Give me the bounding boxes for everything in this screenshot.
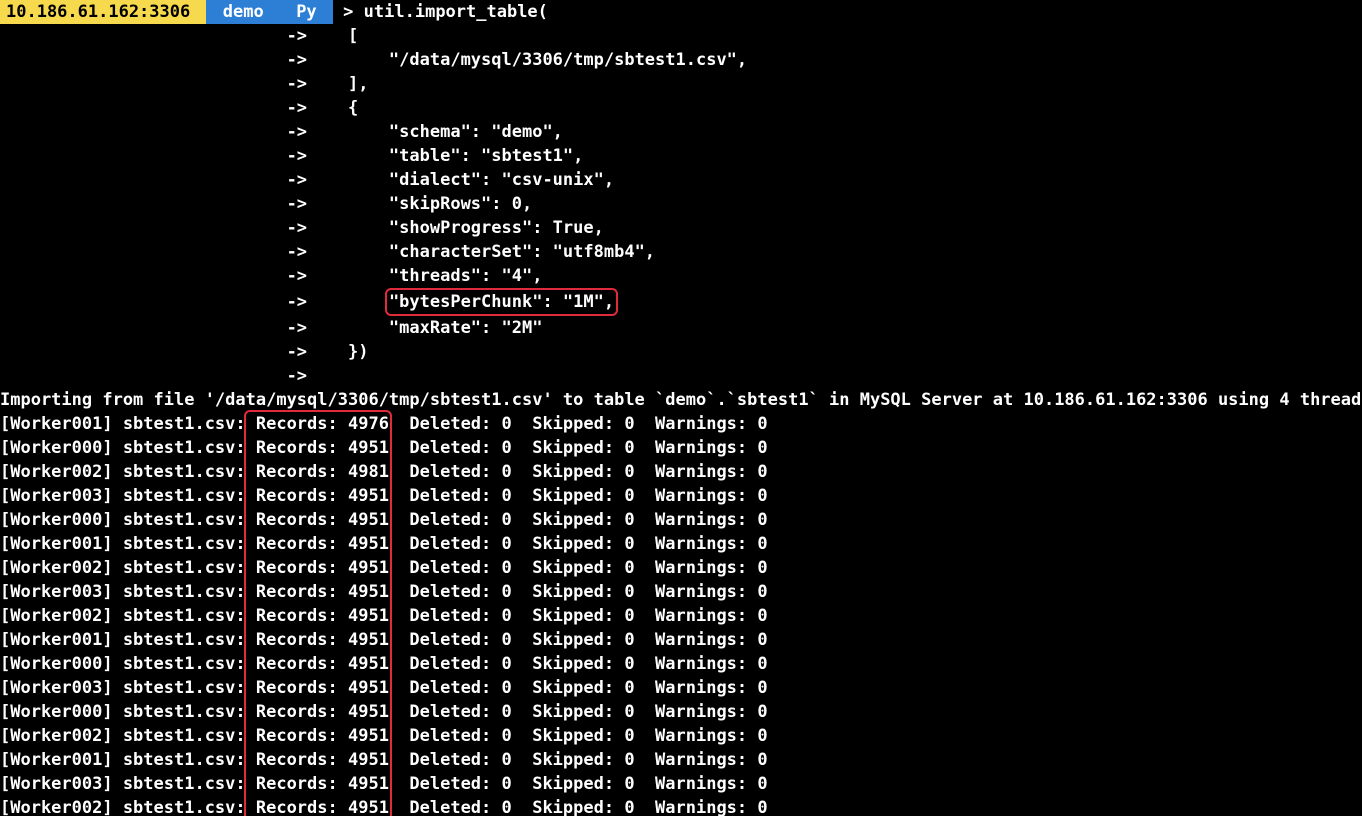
worker-line: [Worker001] sbtest1.csv: Records: 4976 D… [0, 412, 1362, 436]
status-line: Importing from file '/data/mysql/3306/tm… [0, 388, 1362, 412]
continuation-line: -> "showProgress": True, [0, 216, 1362, 240]
worker-line: [Worker003] sbtest1.csv: Records: 4951 D… [0, 676, 1362, 700]
worker-line: [Worker000] sbtest1.csv: Records: 4951 D… [0, 436, 1362, 460]
continuation-arrow: -> [0, 146, 307, 166]
continuation-line: -> "skipRows": 0, [0, 192, 1362, 216]
continuation-arrow: -> [0, 342, 307, 362]
continuation-arrow: -> [0, 26, 307, 46]
continuation-line: -> [0, 364, 1362, 388]
continuation-arrow: -> [0, 318, 307, 338]
host-badge: 10.186.61.162:3306 [0, 0, 206, 24]
continuation-arrow: -> [0, 266, 307, 286]
db-badge: demo [206, 0, 279, 24]
worker-line: [Worker000] sbtest1.csv: Records: 4951 D… [0, 700, 1362, 724]
worker-output: [Worker001] sbtest1.csv: Records: 4976 D… [0, 412, 1362, 816]
worker-line: [Worker001] sbtest1.csv: Records: 4951 D… [0, 628, 1362, 652]
worker-line: [Worker002] sbtest1.csv: Records: 4951 D… [0, 724, 1362, 748]
continuation-line: -> { [0, 96, 1362, 120]
continuation-lines: -> [ -> "/data/mysql/3306/tmp/sbtest1.cs… [0, 24, 1362, 388]
continuation-arrow: -> [0, 242, 307, 262]
continuation-line: -> "/data/mysql/3306/tmp/sbtest1.csv", [0, 48, 1362, 72]
worker-line: [Worker001] sbtest1.csv: Records: 4951 D… [0, 532, 1362, 556]
continuation-arrow: -> [0, 74, 307, 94]
continuation-arrow: -> [0, 366, 307, 386]
lang-badge: Py [280, 0, 333, 24]
worker-line: [Worker000] sbtest1.csv: Records: 4951 D… [0, 652, 1362, 676]
continuation-arrow: -> [0, 218, 307, 238]
command-text: util.import_table( [364, 2, 548, 22]
continuation-arrow: -> [0, 292, 307, 312]
continuation-arrow: -> [0, 194, 307, 214]
worker-line: [Worker001] sbtest1.csv: Records: 4951 D… [0, 748, 1362, 772]
continuation-line: -> "dialect": "csv-unix", [0, 168, 1362, 192]
continuation-line: -> "characterSet": "utf8mb4", [0, 240, 1362, 264]
continuation-line: -> "schema": "demo", [0, 120, 1362, 144]
worker-line: [Worker000] sbtest1.csv: Records: 4951 D… [0, 508, 1362, 532]
prompt-caret: > [343, 2, 353, 22]
continuation-line: -> ], [0, 72, 1362, 96]
worker-line: [Worker003] sbtest1.csv: Records: 4951 D… [0, 484, 1362, 508]
worker-line: [Worker002] sbtest1.csv: Records: 4951 D… [0, 556, 1362, 580]
continuation-arrow: -> [0, 98, 307, 118]
continuation-line: -> "maxRate": "2M" [0, 316, 1362, 340]
continuation-arrow: -> [0, 170, 307, 190]
continuation-arrow: -> [0, 122, 307, 142]
bytes-per-chunk-highlight: "bytesPerChunk": "1M", [385, 288, 618, 316]
continuation-line: -> }) [0, 340, 1362, 364]
continuation-line: -> "table": "sbtest1", [0, 144, 1362, 168]
continuation-line: -> [ [0, 24, 1362, 48]
worker-line: [Worker002] sbtest1.csv: Records: 4981 D… [0, 460, 1362, 484]
worker-line: [Worker002] sbtest1.csv: Records: 4951 D… [0, 604, 1362, 628]
worker-line: [Worker003] sbtest1.csv: Records: 4951 D… [0, 772, 1362, 796]
worker-line: [Worker003] sbtest1.csv: Records: 4951 D… [0, 580, 1362, 604]
worker-line: [Worker002] sbtest1.csv: Records: 4951 D… [0, 796, 1362, 816]
terminal[interactable]: 10.186.61.162:3306 demo Py > util.import… [0, 0, 1362, 816]
continuation-line: -> "bytesPerChunk": "1M", [0, 288, 1362, 316]
continuation-arrow: -> [0, 50, 307, 70]
continuation-line: -> "threads": "4", [0, 264, 1362, 288]
prompt-line: 10.186.61.162:3306 demo Py > util.import… [0, 0, 1362, 24]
